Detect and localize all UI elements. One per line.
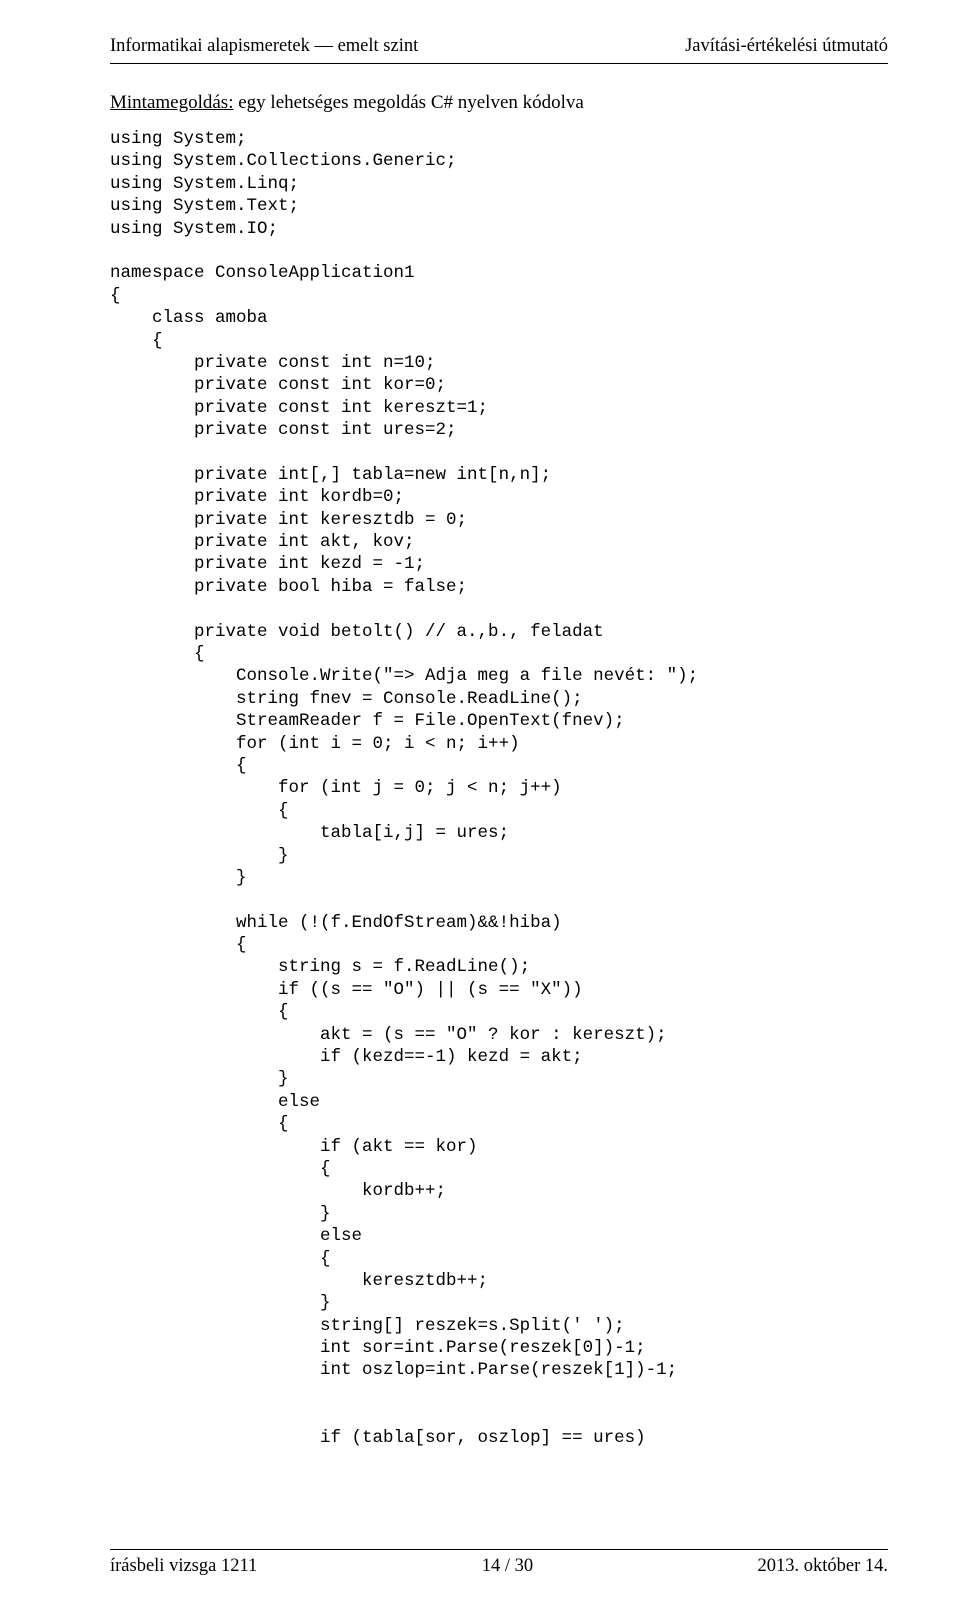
header-right: Javítási-értékelési útmutató	[685, 36, 888, 57]
title-underlined: Mintamegoldás:	[110, 92, 233, 113]
footer-right: 2013. október 14.	[757, 1556, 888, 1577]
page-header: Informatikai alapismeretek — emelt szint…	[110, 36, 888, 57]
footer-center: 14 / 30	[482, 1556, 533, 1577]
page-footer-wrap: írásbeli vizsga 1211 14 / 30 2013. októb…	[110, 1549, 888, 1577]
section-title: Mintamegoldás: egy lehetséges megoldás C…	[110, 92, 888, 114]
footer-left: írásbeli vizsga 1211	[110, 1556, 257, 1577]
code-block: using System; using System.Collections.G…	[110, 128, 888, 1449]
title-rest: egy lehetséges megoldás C# nyelven kódol…	[233, 92, 583, 113]
page-footer: írásbeli vizsga 1211 14 / 30 2013. októb…	[110, 1556, 888, 1577]
document-page: Informatikai alapismeretek — emelt szint…	[0, 0, 960, 1617]
page-content: Mintamegoldás: egy lehetséges megoldás C…	[110, 64, 888, 1549]
header-left: Informatikai alapismeretek — emelt szint	[110, 36, 418, 57]
footer-rule	[110, 1549, 888, 1550]
